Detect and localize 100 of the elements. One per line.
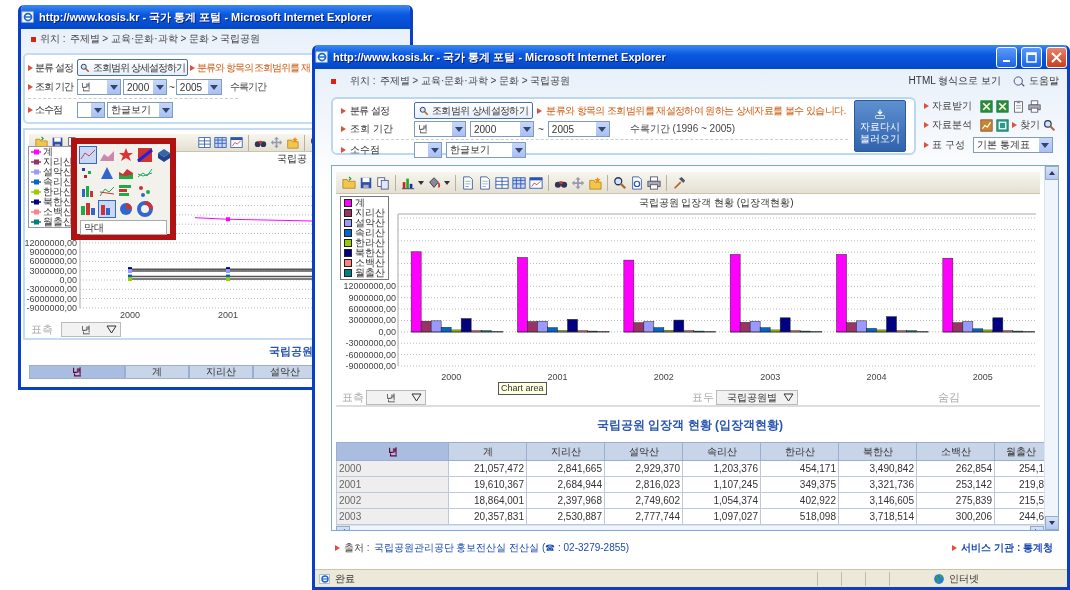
axis-setting-label: 표측 bbox=[342, 390, 365, 405]
table-title: 국립공원 bbox=[269, 344, 313, 359]
field-label: 분류 설정 bbox=[35, 60, 74, 75]
tooltip: Chart area bbox=[498, 382, 547, 395]
table-title: 국립공원 입장객 현황 (입장객현황) bbox=[596, 417, 784, 434]
help-link[interactable]: 도움말 bbox=[1029, 74, 1059, 88]
dropdown[interactable]: 년 bbox=[414, 121, 466, 137]
column-header: 설악산 bbox=[604, 442, 683, 461]
zone-text: 인터넷 bbox=[949, 571, 979, 586]
axis-label: -9000000,00 bbox=[26, 302, 77, 313]
hint-text: 분류와 항목의 조회범위를 재 bbox=[196, 60, 311, 75]
legend-label: 한라산 bbox=[43, 187, 73, 197]
service-agency: 서비스 기관 : 통계청 bbox=[961, 541, 1053, 555]
axis-label: 9000000,00 bbox=[29, 247, 77, 258]
legend-label: 북한산 bbox=[355, 248, 385, 258]
column-header: 북한산 bbox=[838, 442, 917, 461]
axis-setting-label: 표측 bbox=[31, 322, 53, 337]
html-view-link[interactable]: HTML 형식으로 보기 bbox=[908, 74, 1001, 88]
breadcrumb: 주제별 > 교육·문화·과학 > 문화 > 국립공원 bbox=[69, 32, 261, 46]
legend-label: 계 bbox=[43, 147, 53, 157]
window-title: http://www.kosis.kr - 국가 통계 포털 - Microsoft Internet Explorer bbox=[39, 9, 372, 25]
status-text: 완료 bbox=[335, 571, 355, 586]
axis-label: 6000000,00 bbox=[29, 256, 77, 267]
legend-label: 월출산 bbox=[43, 217, 73, 227]
tool-label: 자료분석 bbox=[932, 118, 972, 132]
column-header: 년 bbox=[336, 442, 449, 461]
breadcrumb-label: 위치 : bbox=[40, 32, 66, 46]
dropdown[interactable]: 2000 bbox=[123, 79, 167, 95]
dropdown[interactable]: 기본 통계표 bbox=[972, 137, 1053, 153]
hint-text: 분류와 항목의 조회범위를 재설정하여 원하는 상세자료를 볼수 있습니다. bbox=[546, 103, 846, 118]
legend-label: 설악산 bbox=[43, 167, 73, 177]
legend-label: 지리산 bbox=[355, 208, 385, 218]
field-label: 조회 기간 bbox=[350, 122, 394, 136]
column-header: 속리산 bbox=[682, 442, 761, 461]
field-label: 분류 설정 bbox=[350, 103, 391, 118]
dropdown[interactable]: 2005 bbox=[175, 79, 222, 95]
axis-setting-label: 표두 bbox=[692, 390, 715, 405]
axis-label: 2004 bbox=[866, 372, 887, 382]
range-separator: ~ bbox=[169, 81, 174, 93]
hidden-items-label: 숨김 bbox=[938, 390, 961, 405]
axis-label: -9000000,00 bbox=[345, 361, 396, 371]
legend-label: 속리산 bbox=[43, 177, 73, 187]
legend-label: 계 bbox=[355, 198, 365, 208]
range-separator: ~ bbox=[538, 123, 544, 135]
tool-label: 자료받기 bbox=[932, 99, 972, 113]
legend-label: 소백산 bbox=[355, 258, 385, 268]
axis-label: 3000000,00 bbox=[29, 265, 77, 276]
axis-label: -3000000,00 bbox=[26, 284, 77, 295]
axis-label: 12000000,00 bbox=[25, 237, 77, 248]
legend-label: 월출산 bbox=[355, 268, 385, 278]
axis-label: 2000 bbox=[120, 310, 140, 320]
legend-label: 소백산 bbox=[43, 207, 73, 217]
axis-label: 2002 bbox=[653, 372, 674, 382]
chart-type-field[interactable]: 막대 bbox=[80, 220, 167, 235]
axis-label: -3000000,00 bbox=[345, 338, 396, 349]
legend-label: 북한산 bbox=[43, 197, 73, 207]
find-link[interactable]: 찾기 bbox=[1020, 118, 1040, 132]
range-settings-button[interactable]: 조회범위 상세설정하기 bbox=[77, 59, 188, 76]
window-title: http://www.kosis.kr - 국가 통계 포털 - Microsoft Internet Explorer bbox=[333, 49, 666, 65]
axis-label: 2001 bbox=[218, 310, 238, 320]
source-link[interactable]: 국립공원관리공단 홍보전산실 전산실 (☎ : 02-3279-2855) bbox=[373, 541, 630, 555]
column-header: 계 bbox=[448, 442, 527, 461]
field-label: 소수점 bbox=[35, 103, 63, 117]
dropdown[interactable]: 한글보기 bbox=[107, 102, 173, 118]
period-note: 수록기간 (1996 ~ 2005) bbox=[629, 122, 736, 136]
column-header: 월출산 bbox=[994, 442, 1044, 461]
chart-title: 국립공원 입장객 현황 (입장객현황) bbox=[638, 197, 794, 208]
chart-title: 국립공 bbox=[277, 153, 307, 164]
axis-label: 9000000,00 bbox=[348, 292, 396, 303]
dropdown[interactable]: 년 bbox=[366, 390, 426, 405]
axis-label: 0,00 bbox=[59, 275, 77, 285]
tool-label: 표 구성 bbox=[932, 138, 965, 152]
legend-label: 지리산 bbox=[43, 157, 73, 167]
column-header: 소백산 bbox=[916, 442, 995, 461]
dropdown[interactable]: 한글보기 bbox=[446, 142, 526, 158]
period-note: 수록기간 bbox=[229, 80, 266, 94]
axis-label: -6000000,00 bbox=[345, 349, 396, 360]
column-header: 년 bbox=[29, 365, 125, 379]
column-header: 계 bbox=[125, 365, 189, 379]
field-label: 소수점 bbox=[350, 143, 381, 157]
field-label: 조회 기간 bbox=[35, 80, 75, 94]
legend-label: 속리산 bbox=[355, 228, 385, 238]
dropdown[interactable]: 년 bbox=[77, 79, 121, 95]
axis-label: -6000000,00 bbox=[26, 293, 77, 304]
reload-data-button[interactable]: 자료다시 불러오기 bbox=[854, 100, 906, 152]
axis-label: 2003 bbox=[760, 372, 781, 382]
range-settings-button[interactable]: 조회범위 상세설정하기 bbox=[414, 102, 534, 119]
dropdown[interactable]: 2005 bbox=[547, 121, 610, 137]
axis-label: 12000000,00 bbox=[343, 281, 396, 292]
axis-label: 0,00 bbox=[378, 326, 396, 337]
column-header: 한라산 bbox=[760, 442, 839, 461]
legend-label: 설악산 bbox=[355, 218, 385, 228]
axis-label: 2000 bbox=[441, 372, 462, 382]
axis-label: 2001 bbox=[547, 372, 568, 382]
dropdown[interactable]: 년 bbox=[61, 322, 121, 337]
dropdown[interactable]: 국립공원별 bbox=[716, 390, 798, 405]
source-label: 출처 : bbox=[344, 541, 370, 555]
dropdown[interactable]: 2000 bbox=[470, 121, 534, 137]
column-header: 지리산 bbox=[526, 442, 605, 461]
column-header: 지리산 bbox=[189, 365, 253, 379]
